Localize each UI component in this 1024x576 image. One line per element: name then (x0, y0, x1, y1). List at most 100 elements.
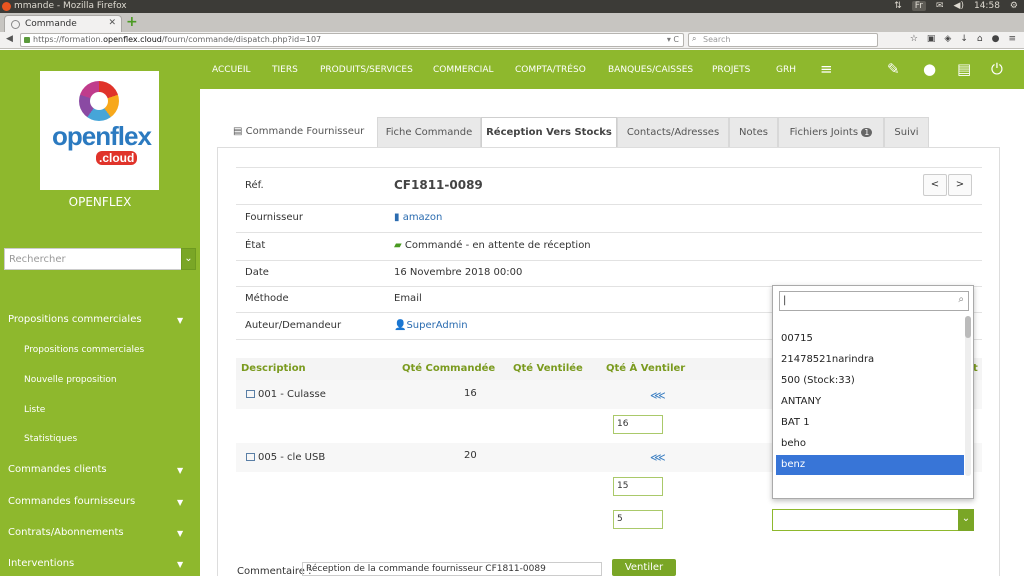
qty-to-dispatch-input[interactable]: 16 (613, 415, 663, 434)
chevron-down-icon: ▼ (177, 529, 184, 538)
menu-contracts[interactable]: Contrats/Abonnements (8, 527, 124, 538)
topmenu-projects[interactable]: PROJETS (712, 65, 750, 75)
menu-supplier-orders[interactable]: Commandes fournisseurs (8, 496, 135, 507)
menu-interventions[interactable]: Interventions (8, 558, 74, 569)
topmenu-home[interactable]: ACCUEIL (212, 65, 251, 75)
qty-to-dispatch-input[interactable]: 5 (613, 510, 663, 529)
comment-input[interactable]: Réception de la commande fournisseur CF1… (302, 562, 602, 576)
comment-label: Commentaire : (237, 566, 312, 576)
submenu-statistics[interactable]: Statistiques (24, 434, 77, 444)
chevron-down-icon[interactable]: ⌄ (181, 248, 196, 270)
split-icon[interactable]: ⋘ (650, 451, 666, 464)
col-qty-to-dispatch: Qté À Ventiler (606, 363, 686, 374)
reload-icon[interactable]: ▾ C (667, 35, 679, 44)
url-bar[interactable]: https://formation.openflex.cloud/fourn/c… (20, 33, 684, 47)
bookmark-star-icon[interactable]: ☆ (910, 34, 918, 44)
dropdown-option[interactable]: BAT 1 (776, 413, 964, 433)
topmenu-banks[interactable]: BANQUES/CAISSES (608, 65, 693, 75)
browser-search-placeholder: Search (703, 35, 731, 44)
product-icon (246, 390, 255, 398)
qty-to-dispatch-input[interactable]: 15 (613, 477, 663, 496)
tab-reception[interactable]: Réception Vers Stocks (481, 117, 617, 147)
reading-list-icon[interactable]: ▣ (927, 34, 936, 44)
user-icon[interactable]: ● (923, 60, 936, 78)
dropdown-option[interactable]: ANTANY (776, 392, 964, 412)
files-count-badge: 1 (861, 128, 873, 137)
supplier-link[interactable]: ▮ amazon (394, 212, 442, 223)
row-state: État ▰ Commandé - en attente de réceptio… (236, 232, 982, 260)
tab-contacts[interactable]: Contacts/Adresses (617, 117, 729, 147)
submenu-new-proposal[interactable]: Nouvelle proposition (24, 375, 117, 385)
line-desc[interactable]: 001 - Culasse (246, 389, 326, 400)
keyboard-layout[interactable]: Fr (911, 1, 926, 11)
topmenu-tiers[interactable]: TIERS (272, 65, 298, 75)
status-icon: ▰ (394, 240, 405, 251)
dropdown-scrollbar[interactable] (965, 316, 971, 476)
dispatch-button[interactable]: Ventiler (612, 559, 676, 576)
chevron-down-icon: ▼ (177, 316, 184, 325)
printer-icon[interactable]: ▤ (957, 60, 971, 78)
chevron-down-icon: ▼ (177, 466, 184, 475)
tab-notes[interactable]: Notes (729, 117, 778, 147)
url-path: /fourn/commande/dispatch.php?id=107 (161, 35, 322, 44)
left-sidebar: openflex .cloud OPENFLEX Rechercher ⌄ Pr… (0, 50, 200, 576)
company-logo[interactable]: openflex .cloud (40, 71, 159, 190)
more-menu-icon[interactable]: ≡ (820, 60, 833, 78)
line-desc[interactable]: 005 - cle USB (246, 452, 325, 463)
close-tab-icon[interactable]: ✕ (108, 18, 116, 28)
network-icon[interactable]: ⇅ (894, 1, 902, 11)
logout-icon[interactable]: ⏻ (991, 60, 1003, 78)
system-tray: ⇅ Fr ✉ ◀) 14:58 ⚙ (894, 1, 1018, 11)
submenu-propositions[interactable]: Propositions commerciales (24, 345, 144, 355)
dropdown-option-highlighted[interactable]: benz (776, 455, 964, 475)
building-icon: ▮ (394, 212, 403, 223)
topmenu-accounting[interactable]: COMPTA/TRÉSO (515, 65, 586, 75)
download-icon[interactable]: ↓ (960, 34, 968, 44)
new-tab-icon[interactable]: + (126, 14, 138, 30)
product-icon (246, 453, 255, 461)
line-qty-ordered: 20 (464, 450, 477, 461)
document-icon: ▤ (233, 126, 246, 137)
user-icon: 👤 (394, 320, 407, 331)
split-icon[interactable]: ⋘ (650, 389, 666, 402)
dropdown-option[interactable]: 500 (Stock:33) (776, 371, 964, 391)
dropdown-option[interactable]: beho (776, 434, 964, 454)
menu-propositions[interactable]: Propositions commerciales (8, 314, 142, 325)
browser-search-input[interactable]: ⌕ Search (688, 33, 878, 47)
dropdown-search-input[interactable]: | ⌕ (779, 291, 969, 311)
submenu-list[interactable]: Liste (24, 405, 45, 415)
browser-tab[interactable]: Commande ✕ (4, 15, 122, 32)
dropdown-scrollbar-thumb[interactable] (965, 316, 971, 338)
prev-record-button[interactable]: < (923, 174, 947, 196)
power-icon[interactable]: ⚙ (1010, 1, 1018, 11)
tab-follow-up[interactable]: Suivi (884, 117, 929, 147)
topmenu-hr[interactable]: GRH (776, 65, 796, 75)
mail-icon[interactable]: ✉ (936, 1, 944, 11)
logo-rings-icon (79, 81, 119, 121)
chevron-down-icon: ▼ (177, 560, 184, 569)
tab-order-card[interactable]: Fiche Commande (377, 117, 481, 147)
url-prefix: https://formation. (33, 35, 104, 44)
warehouse-dropdown: | ⌕ 00715 21478521narindra 500 (Stock:33)… (772, 285, 974, 499)
window-close-button[interactable] (2, 2, 11, 11)
palette-icon[interactable]: ✎ (887, 60, 900, 78)
pocket-icon[interactable]: ◈ (944, 34, 951, 44)
topmenu-products[interactable]: PRODUITS/SERVICES (320, 65, 413, 75)
warehouse-select[interactable]: ⌄ (772, 509, 974, 531)
home-icon[interactable]: ⌂ (977, 34, 983, 44)
tab-attached-files[interactable]: Fichiers Joints 1 (778, 117, 884, 147)
back-icon[interactable]: ◀ (6, 34, 13, 44)
sidebar-search-input[interactable]: Rechercher (4, 248, 182, 270)
next-record-button[interactable]: > (948, 174, 972, 196)
chat-icon[interactable]: ● (992, 34, 1000, 44)
hamburger-menu-icon[interactable]: ≡ (1008, 34, 1016, 44)
dropdown-option[interactable]: 21478521narindra (776, 350, 964, 370)
dropdown-option[interactable]: 00715 (776, 329, 964, 349)
author-link[interactable]: 👤SuperAdmin (394, 320, 468, 331)
row-ref: Réf. CF1811-0089 (236, 167, 982, 204)
volume-icon[interactable]: ◀) (954, 1, 964, 11)
topmenu-commercial[interactable]: COMMERCIAL (433, 65, 494, 75)
clock[interactable]: 14:58 (974, 1, 1000, 11)
menu-customer-orders[interactable]: Commandes clients (8, 464, 107, 475)
line-qty-ordered: 16 (464, 388, 477, 399)
